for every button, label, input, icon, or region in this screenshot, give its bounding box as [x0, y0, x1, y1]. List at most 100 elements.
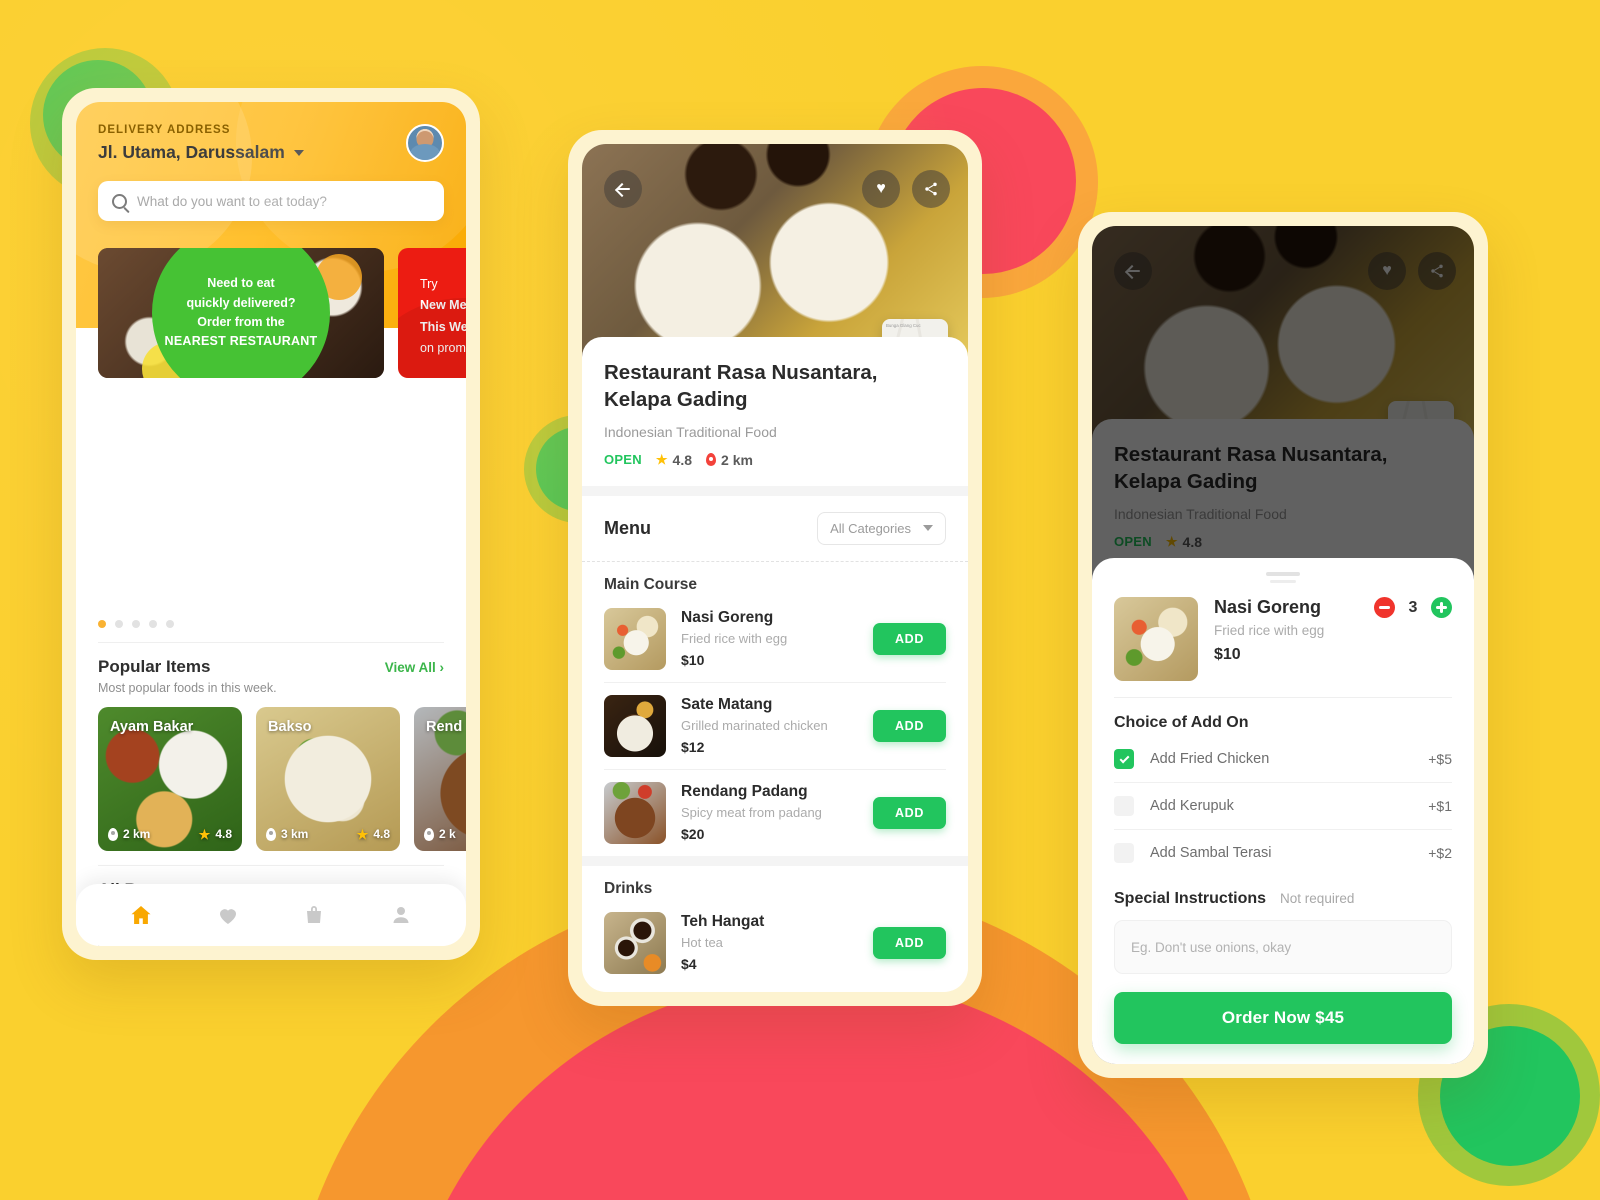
addon-section-title: Choice of Add On	[1114, 714, 1249, 731]
search-placeholder: What do you want to eat today?	[137, 193, 327, 209]
back-button[interactable]	[604, 170, 642, 208]
addon-option[interactable]: Add Kerupuk +$1	[1114, 783, 1452, 829]
popular-item-name: Rend	[426, 719, 463, 735]
menu-item-desc: Grilled marinated chicken	[681, 718, 828, 734]
order-now-button[interactable]: Order Now $45	[1114, 992, 1452, 1044]
location-pin-icon	[266, 827, 276, 841]
popular-item-card[interactable]: Ayam Bakar 2 km ★ 4.8	[98, 707, 242, 851]
promo2-line-4: on prom	[420, 340, 466, 355]
chevron-down-icon	[293, 149, 304, 156]
promo-card-nearest-restaurant[interactable]: Need to eat quickly delivered? Order fro…	[98, 248, 384, 378]
tab-cart[interactable]	[301, 902, 327, 928]
search-input[interactable]: What do you want to eat today?	[98, 181, 444, 221]
addon-label: Add Sambal Terasi	[1150, 845, 1272, 861]
restaurant-screen: ♥ Bunga Glang Cuc Sakue Sectul Restauran…	[582, 144, 968, 992]
special-instructions-title: Special Instructions	[1114, 890, 1267, 907]
carousel-dot-1[interactable]	[98, 620, 106, 628]
home-screen: DELIVERY ADDRESS Jl. Utama, Darussalam W…	[76, 102, 466, 946]
add-to-cart-button[interactable]: ADD	[873, 926, 946, 959]
restaurant-info-card: Restaurant Rasa Nusantara, Kelapa Gading…	[582, 337, 968, 486]
carousel-dots[interactable]	[76, 604, 466, 628]
special-instructions-input[interactable]: Eg. Don't use onions, okay	[1114, 920, 1452, 974]
heart-icon: ♥	[876, 180, 886, 197]
menu-item-desc: Fried rice with egg	[681, 631, 788, 647]
carousel-dot-4[interactable]	[149, 620, 157, 628]
menu-item-name: Sate Matang	[681, 696, 773, 714]
popular-item-card[interactable]: Bakso 3 km ★ 4.8	[256, 707, 400, 851]
quantity-value: 3	[1408, 598, 1418, 616]
menu-item[interactable]: Sate Matang Grilled marinated chicken $1…	[582, 683, 968, 769]
add-to-cart-button[interactable]: ADD	[873, 796, 946, 829]
menu-header: Menu All Categories	[582, 496, 968, 561]
popular-item-name: Ayam Bakar	[110, 719, 194, 735]
add-to-cart-button[interactable]: ADD	[873, 709, 946, 742]
promo-line-4: NEAREST RESTAURANT	[164, 334, 318, 349]
restaurant-category: Indonesian Traditional Food	[604, 423, 777, 440]
promo-line-3: Order from the	[197, 315, 285, 329]
promo-line-1: Need to eat	[207, 276, 275, 291]
popular-items-list[interactable]: Ayam Bakar 2 km ★ 4.8 Bakso 3 km ★ 4.8 Ren…	[76, 695, 466, 851]
popular-items-header: Popular Items View All ›	[76, 643, 466, 677]
popular-view-all-link[interactable]: View All ›	[385, 660, 444, 675]
menu-item-image	[604, 781, 666, 844]
category-filter-value: All Categories	[830, 520, 911, 536]
avatar[interactable]	[406, 124, 444, 162]
menu-item-price: $4	[681, 956, 697, 973]
promo-card-new-menu[interactable]: Try New Me This We on prom	[398, 248, 466, 378]
menu-item-name: Teh Hangat	[681, 913, 765, 931]
delivery-address-selector[interactable]: Jl. Utama, Darussalam	[98, 142, 304, 163]
popular-item-card[interactable]: Rend 2 k	[414, 707, 466, 851]
carousel-dot-3[interactable]	[132, 620, 140, 628]
carousel-dot-5[interactable]	[166, 620, 174, 628]
popular-item-rating: 4.8	[215, 827, 232, 841]
carousel-dot-2[interactable]	[115, 620, 123, 628]
search-icon	[112, 193, 127, 209]
addon-label: Add Fried Chicken	[1150, 751, 1270, 767]
menu-item[interactable]: Rendang Padang Spicy meat from padang $2…	[582, 770, 968, 856]
decrease-quantity-button[interactable]	[1374, 597, 1395, 618]
menu-section-title: Main Course	[604, 575, 698, 593]
phone-home-screen: DELIVERY ADDRESS Jl. Utama, Darussalam W…	[62, 88, 480, 960]
addon-option[interactable]: Add Fried Chicken +$5	[1114, 736, 1452, 782]
popular-item-name: Bakso	[268, 719, 312, 735]
status-badge: OPEN	[604, 452, 642, 468]
menu-item[interactable]: Nasi Goreng Fried rice with egg $10 ADD	[582, 596, 968, 682]
menu-item-price: $12	[681, 739, 705, 756]
addon-price: +$1	[1428, 798, 1452, 814]
tab-profile[interactable]	[388, 902, 414, 928]
addon-option[interactable]: Add Sambal Terasi +$2	[1114, 830, 1452, 876]
addon-checkbox[interactable]	[1114, 796, 1134, 816]
menu-item-name: Nasi Goreng	[681, 609, 774, 627]
sheet-grabber-secondary	[1270, 580, 1296, 583]
quantity-stepper[interactable]: 3	[1374, 597, 1452, 618]
tab-favorites[interactable]	[215, 902, 241, 928]
phone-restaurant-screen: ♥ Bunga Glang Cuc Sakue Sectul Restauran…	[568, 130, 982, 1006]
restaurant-hero: ♥ Bunga Glang Cuc Sakue Sectul	[582, 144, 968, 359]
promo2-line-3: This We	[420, 319, 466, 334]
share-button[interactable]	[912, 170, 950, 208]
menu-item-name: Rendang Padang	[681, 783, 808, 801]
menu-item-image	[604, 607, 666, 670]
selected-item-price: $10	[1214, 646, 1241, 663]
promo-carousel[interactable]: Need to eat quickly delivered? Order fro…	[76, 248, 466, 378]
add-to-cart-button[interactable]: ADD	[873, 622, 946, 655]
addon-checkbox[interactable]	[1114, 749, 1134, 769]
tab-home[interactable]	[128, 902, 154, 928]
menu-item[interactable]: Teh Hangat Hot tea $4 ADD	[582, 900, 968, 986]
promo2-line-2: New Me	[420, 298, 466, 313]
increase-quantity-button[interactable]	[1431, 597, 1452, 618]
addon-checkbox[interactable]	[1114, 843, 1134, 863]
menu-item-desc: Spicy meat from padang	[681, 805, 822, 821]
delivery-address-value: Jl. Utama, Darussalam	[98, 142, 285, 162]
menu-item-price: $20	[681, 826, 705, 843]
star-icon: ★	[356, 826, 369, 842]
item-detail-sheet: Nasi Goreng 3 Fried rice with egg $10 Ch…	[1092, 558, 1474, 1064]
sheet-grabber[interactable]	[1266, 572, 1300, 576]
category-filter-select[interactable]: All Categories	[817, 511, 946, 545]
addon-label: Add Kerupuk	[1150, 798, 1234, 814]
selected-item-desc: Fried rice with egg	[1214, 623, 1325, 638]
phone-item-detail-screen: ♥ Restaurant Rasa Nusantara, Kelapa Gadi…	[1078, 212, 1488, 1078]
map-label-top: Bunga Glang Cuc	[886, 323, 921, 328]
favorite-button[interactable]: ♥	[862, 170, 900, 208]
special-instructions-header: Special Instructions Not required	[1114, 876, 1452, 908]
